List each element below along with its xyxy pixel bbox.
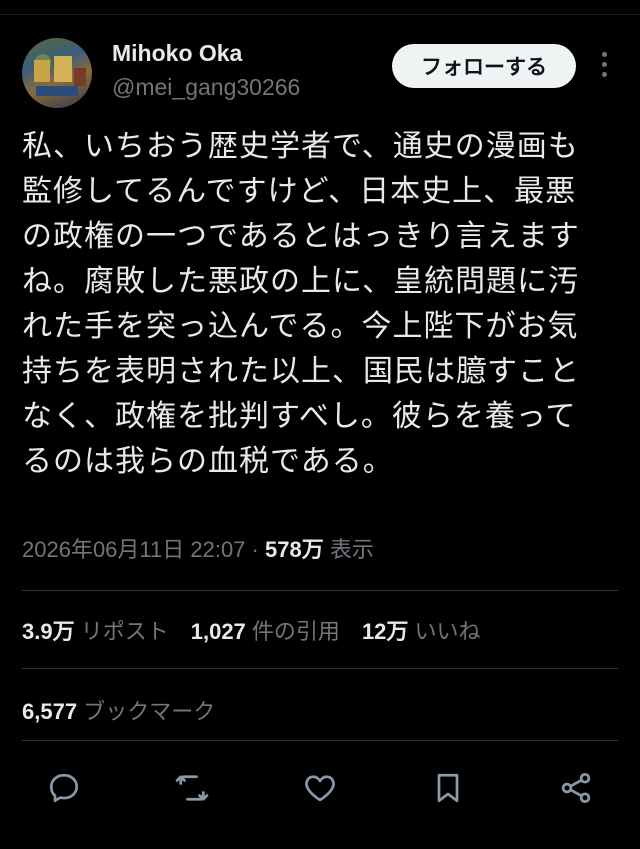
tweet-line: なく、政権を批判すべし。彼らを養って <box>22 399 577 434</box>
reposts-label: リポスト <box>80 619 169 644</box>
tweet-line: れた手を突っ込んでる。今上陛下がお気 <box>22 309 579 344</box>
likes-stat[interactable]: 12万 いいね <box>362 619 481 644</box>
divider <box>22 740 618 741</box>
bookmark-icon[interactable] <box>430 770 466 806</box>
tweet-text: 私、いちおう歴史学者で、通史の漫画も 監修してるんですけど、日本史上、最悪 の政… <box>22 124 622 484</box>
more-options-icon[interactable] <box>596 52 612 82</box>
repost-icon[interactable] <box>174 770 210 806</box>
share-icon[interactable] <box>558 770 594 806</box>
author-handle[interactable]: @mei_gang30266 <box>112 74 300 101</box>
engagement-stats: 3.9万 リポスト 1,027 件の引用 12万 いいね <box>22 614 481 646</box>
views-count: 578万 <box>265 537 324 562</box>
follow-button[interactable]: フォローする <box>392 44 576 88</box>
like-icon[interactable] <box>302 770 338 806</box>
reposts-stat[interactable]: 3.9万 リポスト <box>22 619 169 644</box>
author-display-name[interactable]: Mihoko Oka <box>112 40 242 67</box>
top-divider <box>0 14 640 15</box>
avatar[interactable] <box>22 38 92 108</box>
tweet-line: 私、いちおう歴史学者で、通史の漫画も <box>22 129 579 164</box>
quotes-count: 1,027 <box>190 619 246 644</box>
tweet-line: るのは我らの血税である。 <box>22 444 394 479</box>
divider <box>22 668 618 669</box>
views-label: 表示 <box>329 537 374 562</box>
tweet-line: の政権の一つであるとはっきり言えます <box>22 219 580 254</box>
likes-label: いいね <box>414 619 481 644</box>
bookmarks-label: ブックマーク <box>83 699 216 724</box>
tweet-line: 持ちを表明された以上、国民は臆すこと <box>22 354 580 389</box>
reposts-count: 3.9万 <box>22 619 75 644</box>
bookmarks-stat[interactable]: 6,577 ブックマーク <box>22 694 215 726</box>
meta-separator: · <box>251 537 259 562</box>
bookmarks-count: 6,577 <box>22 699 78 724</box>
quotes-label: 件の引用 <box>251 619 340 644</box>
tweet-line: ね。腐敗した悪政の上に、皇統問題に汚 <box>22 264 580 299</box>
tweet-line: 監修してるんですけど、日本史上、最悪 <box>22 174 577 209</box>
timestamp[interactable]: 2026年06月11日 22:07 <box>22 537 245 562</box>
quotes-stat[interactable]: 1,027 件の引用 <box>191 619 340 644</box>
reply-icon[interactable] <box>46 770 82 806</box>
tweet-meta: 2026年06月11日 22:07 · 578万 表示 <box>22 532 374 564</box>
divider <box>22 590 618 591</box>
likes-count: 12万 <box>361 619 409 644</box>
